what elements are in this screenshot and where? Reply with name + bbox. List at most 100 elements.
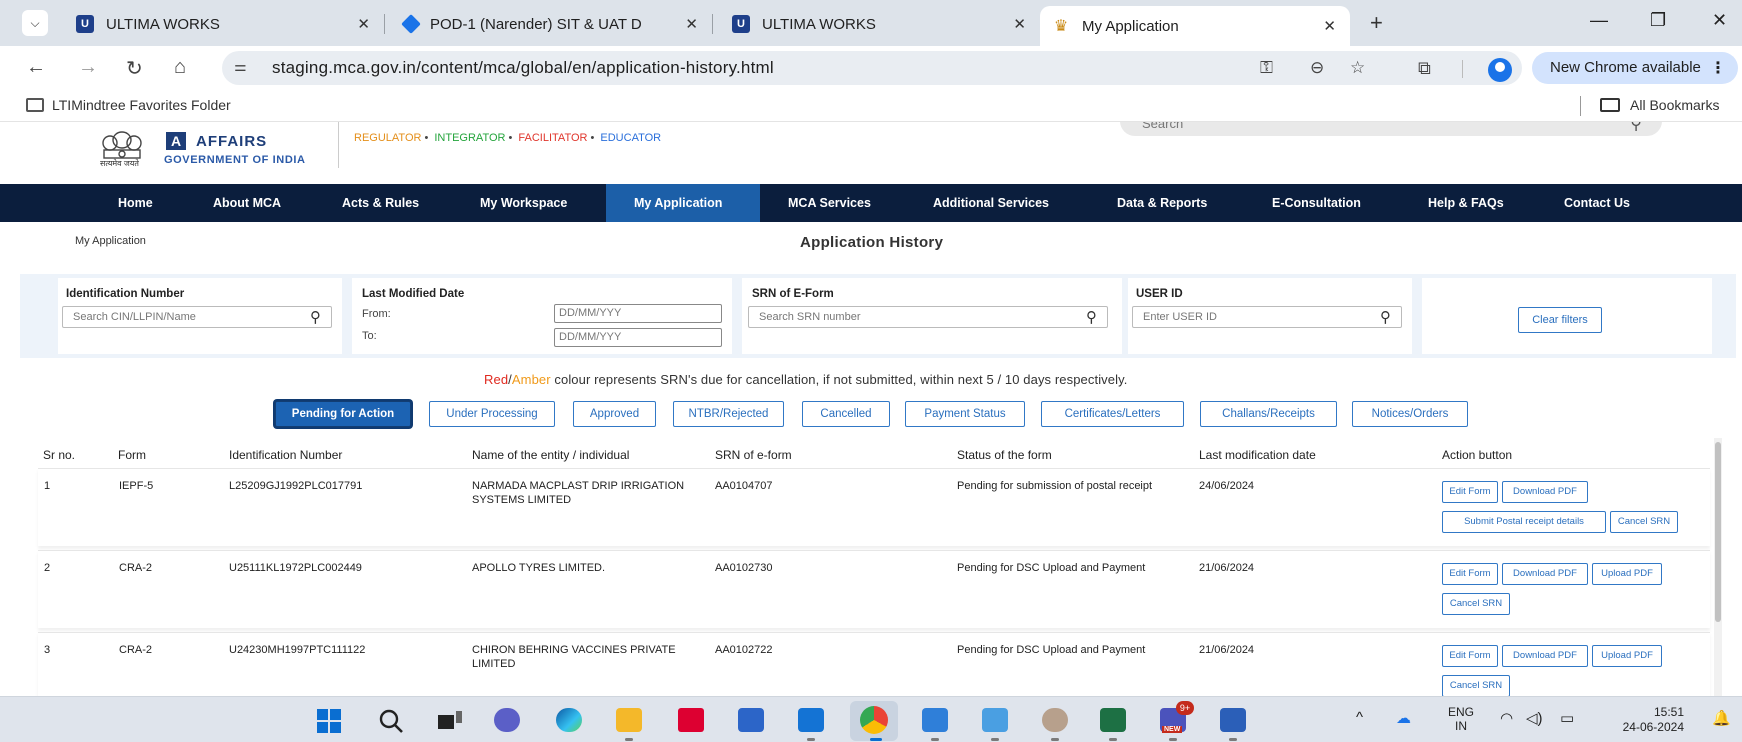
- back-icon[interactable]: ←: [26, 56, 46, 79]
- restore-icon[interactable]: ❐: [1650, 10, 1666, 31]
- browser-tab-1[interactable]: U ULTIMA WORKS ✕: [64, 6, 384, 42]
- tab-pending-for-action[interactable]: Pending for Action: [275, 401, 411, 427]
- volume-icon[interactable]: ◁): [1526, 709, 1543, 727]
- nav-mca-services[interactable]: MCA Services: [788, 184, 871, 222]
- cancel-srn-button[interactable]: Cancel SRN: [1610, 511, 1678, 533]
- tagline-regulator: REGULATOR: [354, 132, 422, 144]
- cancel-srn-button[interactable]: Cancel SRN: [1442, 593, 1510, 615]
- site-search-input[interactable]: Search ⚲: [1120, 122, 1662, 136]
- language-code: ENG: [1448, 705, 1475, 719]
- search-icon[interactable]: [378, 708, 404, 734]
- outlook-icon[interactable]: [798, 708, 824, 732]
- profile-avatar[interactable]: [1488, 58, 1512, 82]
- battery-icon[interactable]: ▭: [1560, 709, 1574, 727]
- clear-filters-button[interactable]: Clear filters: [1518, 307, 1602, 333]
- from-date-input[interactable]: DD/MM/YYY: [554, 304, 722, 323]
- upload-pdf-button[interactable]: Upload PDF: [1592, 563, 1662, 585]
- word-icon[interactable]: [1220, 708, 1246, 732]
- kebab-menu-icon[interactable]: ⋮: [1710, 58, 1726, 78]
- submit-postal-receipt-button[interactable]: Submit Postal receipt details: [1442, 511, 1606, 533]
- windows-start-icon[interactable]: [316, 708, 342, 734]
- search-icon[interactable]: ⚲: [1380, 308, 1391, 326]
- bookmark-star-icon[interactable]: ☆: [1350, 58, 1365, 78]
- nav-contact-us[interactable]: Contact Us: [1564, 184, 1630, 222]
- tab-payment-status[interactable]: Payment Status: [905, 401, 1025, 427]
- to-date-input[interactable]: DD/MM/YYY: [554, 328, 722, 347]
- teams-chat-icon[interactable]: [494, 708, 520, 732]
- cancel-srn-button[interactable]: Cancel SRN: [1442, 675, 1510, 696]
- tab-cancelled[interactable]: Cancelled: [802, 401, 890, 427]
- download-pdf-button[interactable]: Download PDF: [1502, 645, 1588, 667]
- edge-browser-icon[interactable]: [556, 708, 582, 732]
- new-tab-icon[interactable]: +: [1370, 10, 1383, 36]
- vpn-shield-icon[interactable]: [922, 708, 948, 732]
- tab-ntbr-rejected[interactable]: NTBR/Rejected: [673, 401, 784, 427]
- nav-acts-rules[interactable]: Acts & Rules: [342, 184, 419, 222]
- chrome-update-button[interactable]: New Chrome available ⋮: [1532, 52, 1738, 84]
- tab-notices-orders[interactable]: Notices/Orders: [1352, 401, 1468, 427]
- tab-challans-receipts[interactable]: Challans/Receipts: [1200, 401, 1337, 427]
- forward-icon[interactable]: →: [78, 56, 98, 79]
- password-key-icon[interactable]: ⚿: [1260, 58, 1273, 78]
- angular-icon[interactable]: [678, 708, 704, 732]
- input-language[interactable]: ENG IN: [1448, 705, 1474, 733]
- browser-tab-2[interactable]: POD-1 (Narender) SIT & UAT D ✕: [392, 6, 712, 42]
- close-window-icon[interactable]: ✕: [1712, 10, 1727, 31]
- search-icon[interactable]: ⚲: [310, 308, 321, 326]
- scrollbar-thumb[interactable]: [1715, 442, 1721, 622]
- close-tab-icon[interactable]: ✕: [1323, 17, 1336, 35]
- nav-my-application[interactable]: My Application: [606, 184, 760, 222]
- tab-search-button[interactable]: ⌵: [22, 10, 48, 36]
- close-tab-icon[interactable]: ✕: [1013, 15, 1026, 33]
- edit-form-button[interactable]: Edit Form: [1442, 563, 1498, 585]
- nav-about-mca[interactable]: About MCA: [213, 184, 281, 222]
- nav-data-reports[interactable]: Data & Reports: [1117, 184, 1207, 222]
- table-scrollbar[interactable]: [1714, 438, 1722, 696]
- edit-form-button[interactable]: Edit Form: [1442, 481, 1498, 503]
- reload-icon[interactable]: ↻: [126, 56, 143, 81]
- user-id-input[interactable]: Enter USER ID ⚲: [1132, 306, 1402, 328]
- nav-my-workspace[interactable]: My Workspace: [480, 184, 567, 222]
- paint-icon[interactable]: [1042, 708, 1068, 732]
- download-pdf-button[interactable]: Download PDF: [1502, 563, 1588, 585]
- chrome-icon[interactable]: [860, 706, 888, 734]
- task-view-icon[interactable]: [436, 709, 464, 733]
- tab-under-processing[interactable]: Under Processing: [429, 401, 555, 427]
- download-pdf-button[interactable]: Download PDF: [1502, 481, 1588, 503]
- cell-last-modified: 21/06/2024: [1199, 644, 1255, 656]
- minimize-icon[interactable]: —: [1590, 10, 1608, 31]
- excel-icon[interactable]: [1100, 708, 1126, 732]
- file-explorer-icon[interactable]: [616, 708, 642, 732]
- nav-help-faqs[interactable]: Help & FAQs: [1428, 184, 1504, 222]
- system-clock[interactable]: 15:51 24-06-2024: [1612, 705, 1684, 735]
- address-bar[interactable]: ⚌ staging.mca.gov.in/content/mca/global/…: [222, 51, 1522, 85]
- browser-tab-active[interactable]: ♛ My Application ✕: [1040, 6, 1350, 46]
- search-icon[interactable]: ⚲: [1086, 308, 1097, 326]
- home-icon[interactable]: ⌂: [174, 56, 186, 79]
- onedrive-cloud-icon[interactable]: ☁: [1396, 709, 1411, 727]
- edit-form-button[interactable]: Edit Form: [1442, 645, 1498, 667]
- close-tab-icon[interactable]: ✕: [685, 15, 698, 33]
- nav-home[interactable]: Home: [118, 184, 153, 222]
- upload-pdf-button[interactable]: Upload PDF: [1592, 645, 1662, 667]
- nav-additional-services[interactable]: Additional Services: [933, 184, 1049, 222]
- close-tab-icon[interactable]: ✕: [357, 15, 370, 33]
- chevron-up-icon[interactable]: ^: [1356, 709, 1363, 726]
- nav-e-consultation[interactable]: E-Consultation: [1272, 184, 1361, 222]
- site-info-icon[interactable]: ⚌: [234, 58, 256, 78]
- notification-bell-icon[interactable]: 🔔: [1712, 709, 1731, 727]
- wifi-icon[interactable]: ◠: [1500, 709, 1513, 727]
- notepad-icon[interactable]: [982, 708, 1008, 732]
- store-icon[interactable]: [738, 708, 764, 732]
- browser-tab-3[interactable]: U ULTIMA WORKS ✕: [720, 6, 1040, 42]
- search-icon[interactable]: ⚲: [1630, 122, 1642, 134]
- identification-search-input[interactable]: Search CIN/LLPIN/Name ⚲: [62, 306, 332, 328]
- bookmark-folder-ltimindtree[interactable]: LTIMindtree Favorites Folder: [26, 97, 231, 113]
- extensions-icon[interactable]: ⧉: [1418, 58, 1431, 79]
- breadcrumb[interactable]: My Application: [75, 235, 146, 247]
- tab-certificates-letters[interactable]: Certificates/Letters: [1041, 401, 1184, 427]
- all-bookmarks-button[interactable]: All Bookmarks: [1600, 97, 1719, 113]
- tab-approved[interactable]: Approved: [573, 401, 656, 427]
- srn-search-input[interactable]: Search SRN number ⚲: [748, 306, 1108, 328]
- zoom-icon[interactable]: ⊖: [1310, 58, 1324, 78]
